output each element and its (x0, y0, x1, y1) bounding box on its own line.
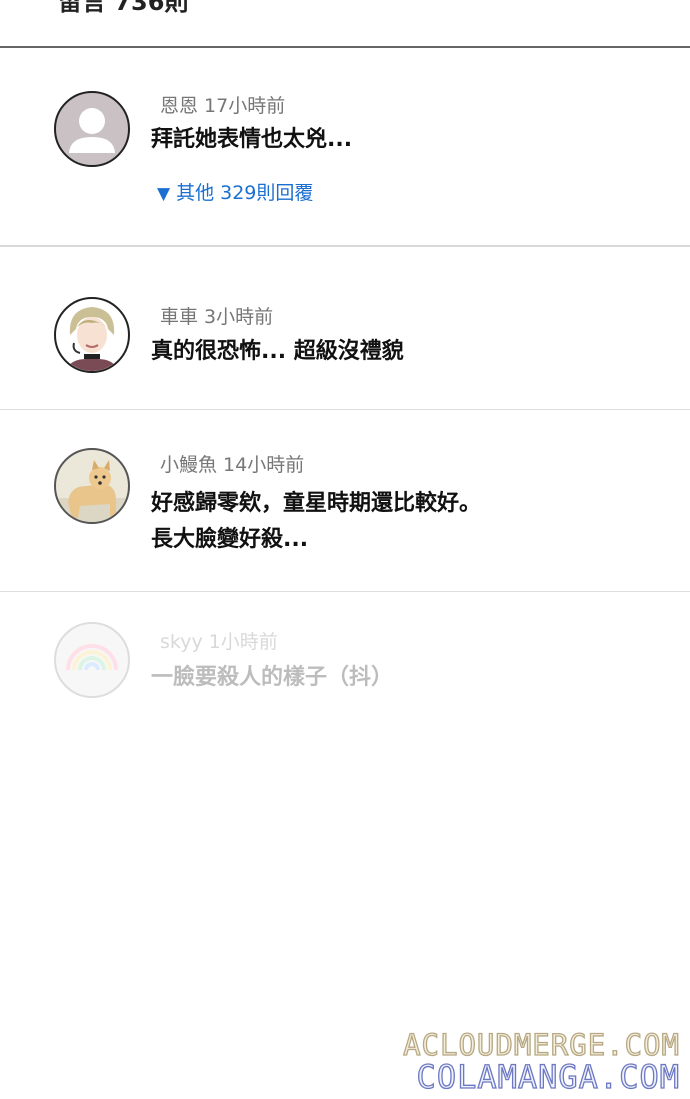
comment-meta: 恩恩 17小時前 (160, 91, 285, 118)
comment-text-line: 一臉要殺人的樣子（抖） (151, 665, 394, 690)
comment-text-line: 真的很恐怖... 超級沒禮貌 (151, 339, 404, 364)
comment-author[interactable]: skyy (160, 631, 203, 653)
comment-text-line: 好感歸零欸，童星時期還比較好。 (151, 491, 482, 516)
comment-meta: 小鰻魚 14小時前 (160, 450, 304, 477)
comment-item: 小鰻魚 14小時前 好感歸零欸，童星時期還比較好。 長大臉變好殺... (0, 410, 690, 591)
comment-author[interactable]: 車車 (160, 306, 198, 328)
more-replies-label: 其他 329則回覆 (176, 182, 314, 204)
dog-icon (56, 460, 128, 522)
comment-item: 恩恩 17小時前 拜託她表情也太兇... ▼ 其他 329則回覆 (0, 48, 690, 246)
comment-count-title: 留言 736則 (58, 0, 189, 16)
character-portrait-icon (66, 307, 118, 371)
watermark-line2: COLAMANGA.COM (416, 1057, 680, 1096)
comment-text: 拜託她表情也太兇... (151, 122, 352, 158)
more-replies-link[interactable]: ▼ 其他 329則回覆 (157, 178, 313, 205)
avatar-character[interactable] (54, 297, 130, 373)
user-silhouette-icon (69, 108, 115, 153)
comment-item: skyy 1小時前 一臉要殺人的樣子（抖） (0, 592, 690, 722)
comment-author[interactable]: 小鰻魚 (160, 454, 217, 476)
comments-header: 留言 736則 (0, 0, 690, 48)
avatar-default[interactable] (54, 91, 130, 167)
comment-author[interactable]: 恩恩 (160, 95, 198, 117)
comment-item: 車車 3小時前 真的很恐怖... 超級沒禮貌 (0, 247, 690, 409)
comment-time: 17小時前 (204, 95, 286, 117)
watermark-line1: ACLOUDMERGE.COM (402, 1027, 680, 1062)
comment-time: 1小時前 (208, 631, 278, 653)
triangle-down-icon: ▼ (157, 184, 171, 204)
comment-text: 真的很恐怖... 超級沒禮貌 (151, 334, 404, 370)
comment-text-line: 長大臉變好殺... (151, 527, 309, 552)
comment-text: 一臉要殺人的樣子（抖） (151, 660, 393, 696)
rainbow-icon (66, 644, 118, 671)
comment-meta: 車車 3小時前 (160, 302, 273, 329)
comment-text: 好感歸零欸，童星時期還比較好。 長大臉變好殺... (151, 486, 481, 558)
avatar-dog[interactable] (54, 448, 130, 524)
comment-time: 14小時前 (223, 454, 305, 476)
comment-time: 3小時前 (204, 306, 274, 328)
avatar-rainbow[interactable] (54, 622, 130, 698)
comment-meta: skyy 1小時前 (160, 627, 278, 654)
comment-text-line: 拜託她表情也太兇... (151, 127, 353, 152)
